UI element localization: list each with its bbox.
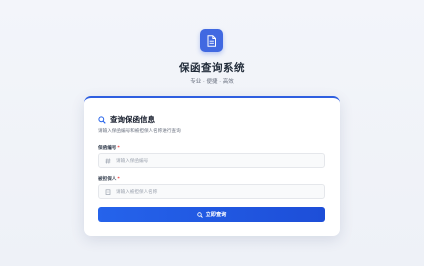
submit-query-button[interactable]: 立即查询: [98, 207, 325, 222]
required-mark: *: [117, 146, 120, 151]
card-description: 请输入保函编号和被担保人名称进行查询: [98, 129, 181, 134]
page-subtitle: 专业 · 便捷 · 高效: [190, 79, 234, 85]
guaranteed-party-input[interactable]: 请输入被担保人名称: [116, 189, 157, 195]
submit-query-label: 立即查询: [205, 212, 227, 218]
required-mark: *: [117, 177, 120, 182]
document-icon: [207, 34, 216, 47]
card-title: 查询保函信息: [110, 115, 155, 124]
hash-icon: [105, 157, 111, 164]
search-icon: [98, 115, 106, 124]
guarantee-number-input[interactable]: 请输入保函编号: [116, 158, 148, 164]
guarantee-number-label: 保函编号*: [98, 146, 120, 151]
page-title: 保函查询系统: [179, 62, 245, 74]
card-header: 查询保函信息: [98, 114, 155, 125]
guarantee-number-field[interactable]: 请输入保函编号: [98, 153, 325, 168]
search-icon: [196, 211, 203, 218]
query-card: 查询保函信息 请输入保函编号和被担保人名称进行查询 保函编号* 请输入保函编号 …: [84, 96, 340, 236]
app-logo: [200, 29, 223, 52]
guaranteed-party-label: 被担保人*: [98, 177, 120, 182]
building-icon: [105, 188, 111, 195]
guaranteed-party-field[interactable]: 请输入被担保人名称: [98, 184, 325, 199]
